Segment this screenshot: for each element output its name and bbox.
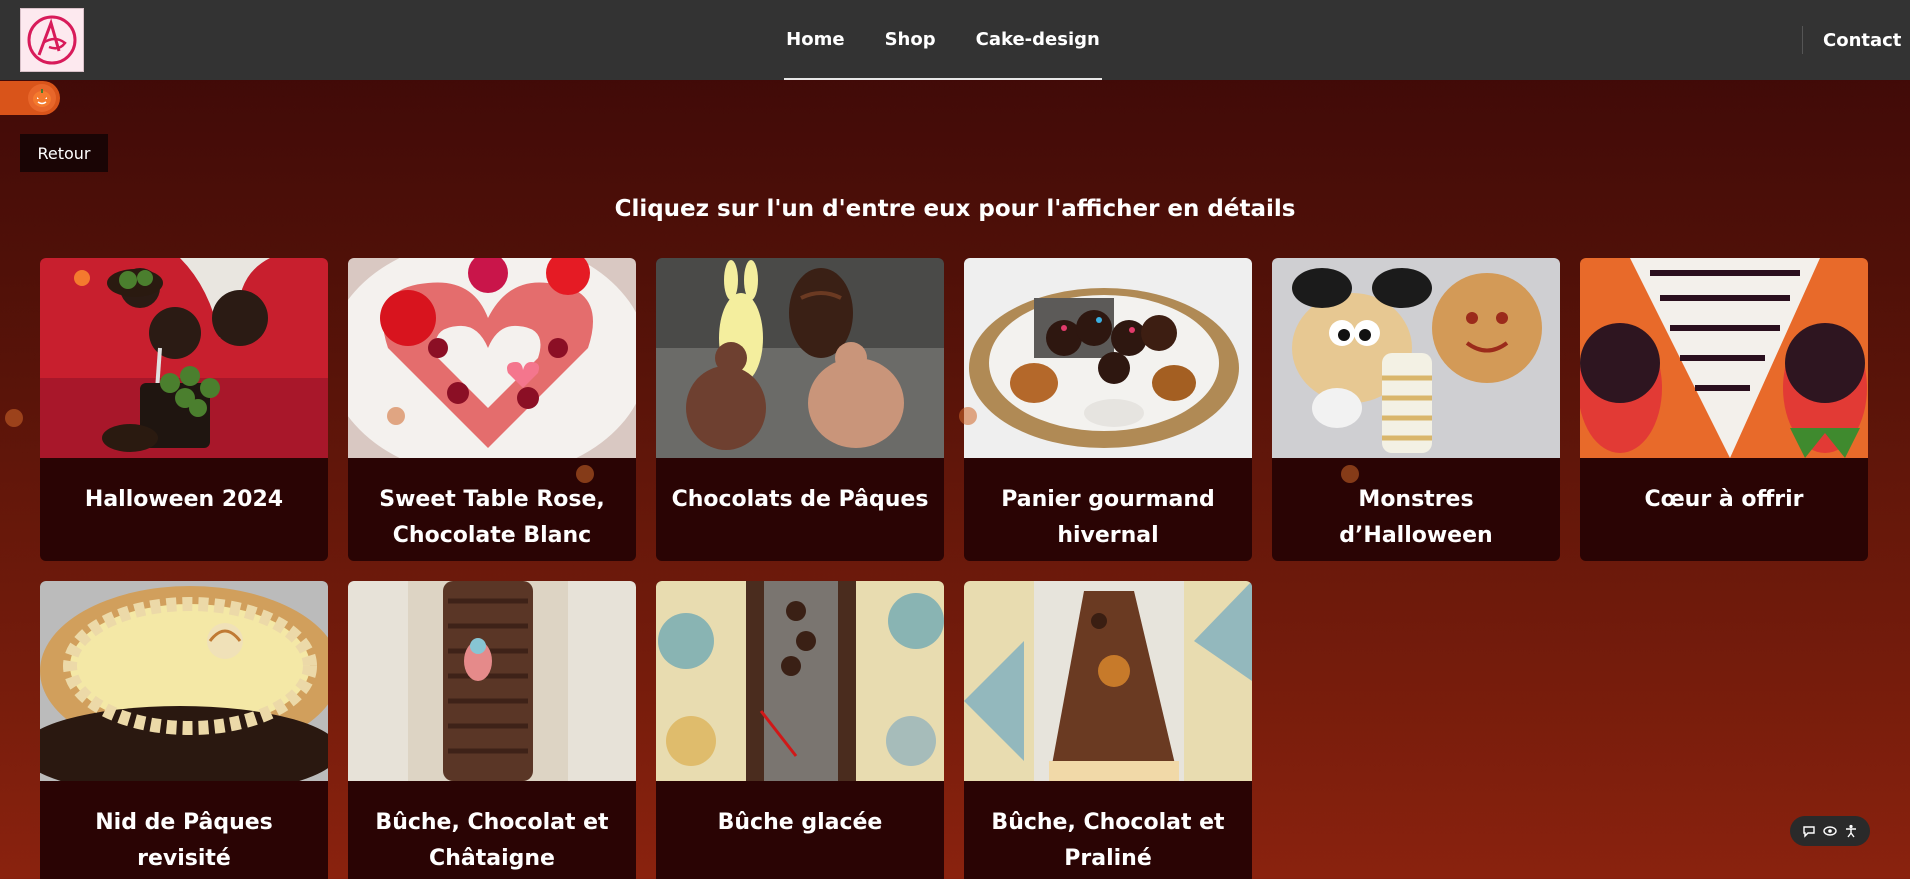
card-photo (656, 581, 944, 781)
nav-home-link[interactable]: Home (786, 29, 844, 50)
logo-mark-icon (27, 15, 77, 65)
card-title: Halloween 2024 (84, 487, 284, 512)
card-photo (964, 258, 1252, 458)
card-title: Monstres d’Halloween (1339, 487, 1493, 548)
card-title: Cœur à offrir (1644, 487, 1804, 512)
card-photo (964, 581, 1252, 781)
card-photo (40, 258, 328, 458)
nav-cake-design-link[interactable]: Cake-design (976, 29, 1100, 50)
gallery-card[interactable]: Chocolats de Pâques (656, 258, 944, 561)
gallery-card[interactable]: Cœur à offrir (1580, 258, 1868, 561)
pumpkin-decoration-icon (1341, 465, 1359, 483)
pumpkin-decoration-icon (387, 407, 405, 425)
chat-icon[interactable] (1801, 823, 1817, 839)
nav-shop-link[interactable]: Shop (885, 29, 936, 50)
card-photo (1272, 258, 1560, 458)
main-nav: Home Shop Cake-design (784, 0, 1102, 80)
card-photo (348, 258, 636, 458)
card-photo (656, 258, 944, 458)
card-photo (40, 581, 328, 781)
site-header: Home Shop Cake-design Contact (0, 0, 1910, 80)
gallery-card[interactable]: Panier gourmand hivernal (964, 258, 1252, 561)
card-title: Chocolats de Pâques (671, 487, 929, 512)
pumpkin-decoration-icon (576, 465, 594, 483)
card-photo (1580, 258, 1868, 458)
gallery-card[interactable]: Bûche, Chocolat et Praliné (964, 581, 1252, 879)
theme-toggle[interactable] (0, 81, 60, 115)
gallery-card[interactable]: Halloween 2024 (40, 258, 328, 561)
card-title: Bûche, Chocolat et Praliné (991, 810, 1225, 871)
contact-area: Contact (1802, 26, 1901, 54)
gallery-card[interactable]: Monstres d’Halloween (1272, 258, 1560, 561)
card-title: Nid de Pâques revisité (95, 810, 273, 871)
pumpkin-decoration-icon (959, 407, 977, 425)
accessibility-icon[interactable] (1843, 823, 1859, 839)
back-button[interactable]: Retour (20, 134, 108, 172)
eye-icon[interactable] (1822, 823, 1838, 839)
pumpkin-decoration-icon (5, 409, 23, 427)
gallery-card[interactable]: Nid de Pâques revisité (40, 581, 328, 879)
card-title: Bûche glacée (717, 810, 883, 835)
accessibility-toolbar (1790, 816, 1870, 846)
card-title: Bûche, Chocolat et Châtaigne (375, 810, 609, 871)
pumpkin-icon (28, 84, 56, 112)
gallery-card[interactable]: Bûche, Chocolat et Châtaigne (348, 581, 636, 879)
card-title: Panier gourmand hivernal (1001, 487, 1215, 548)
card-photo (348, 581, 636, 781)
logo[interactable] (20, 8, 84, 72)
nav-contact-link[interactable]: Contact (1823, 30, 1901, 51)
page-heading: Cliquez sur l'un d'entre eux pour l'affi… (614, 196, 1296, 222)
gallery-card[interactable]: Bûche glacée (656, 581, 944, 879)
